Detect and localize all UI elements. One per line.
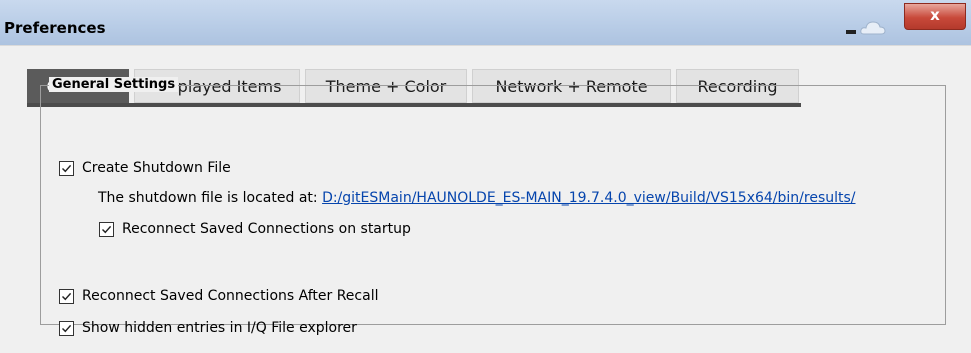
group-legend: General Settings [49,77,179,92]
minimize-icon[interactable] [846,30,856,34]
reconnect-on-startup-label: Reconnect Saved Connections on startup [122,221,411,237]
reconnect-on-startup-option[interactable]: Reconnect Saved Connections on startup [99,221,411,237]
cloud-icon [860,18,886,36]
create-shutdown-file-option[interactable]: Create Shutdown File [59,160,231,176]
close-icon: x [930,6,940,24]
checkmark-icon [62,164,72,172]
reconnect-after-recall-option[interactable]: Reconnect Saved Connections After Recall [59,288,378,304]
shutdown-location-link[interactable]: D:/gitESMain/HAUNOLDE_ES-MAIN_19.7.4.0_v… [322,190,855,206]
checkmark-icon [62,324,72,332]
show-hidden-entries-checkbox[interactable] [59,320,74,336]
window-title: Preferences [4,19,106,37]
create-shutdown-file-checkbox[interactable] [59,160,74,176]
checkmark-icon [62,292,72,300]
checkmark-icon [102,225,112,233]
create-shutdown-file-label: Create Shutdown File [82,160,231,176]
show-hidden-entries-option[interactable]: Show hidden entries in I/Q File explorer [59,320,357,336]
reconnect-after-recall-label: Reconnect Saved Connections After Recall [82,288,379,304]
show-hidden-entries-label: Show hidden entries in I/Q File explorer [82,320,357,336]
preferences-window: Preferences x General Displayed Items Th… [0,0,971,353]
title-bar: Preferences x [0,0,971,45]
shutdown-location-label: The shutdown file is located at: [98,190,318,206]
shutdown-location-info: The shutdown file is located at: D:/gitE… [98,190,856,206]
reconnect-after-recall-checkbox[interactable] [59,288,74,304]
reconnect-on-startup-checkbox[interactable] [99,221,114,237]
close-button[interactable]: x [904,3,966,30]
